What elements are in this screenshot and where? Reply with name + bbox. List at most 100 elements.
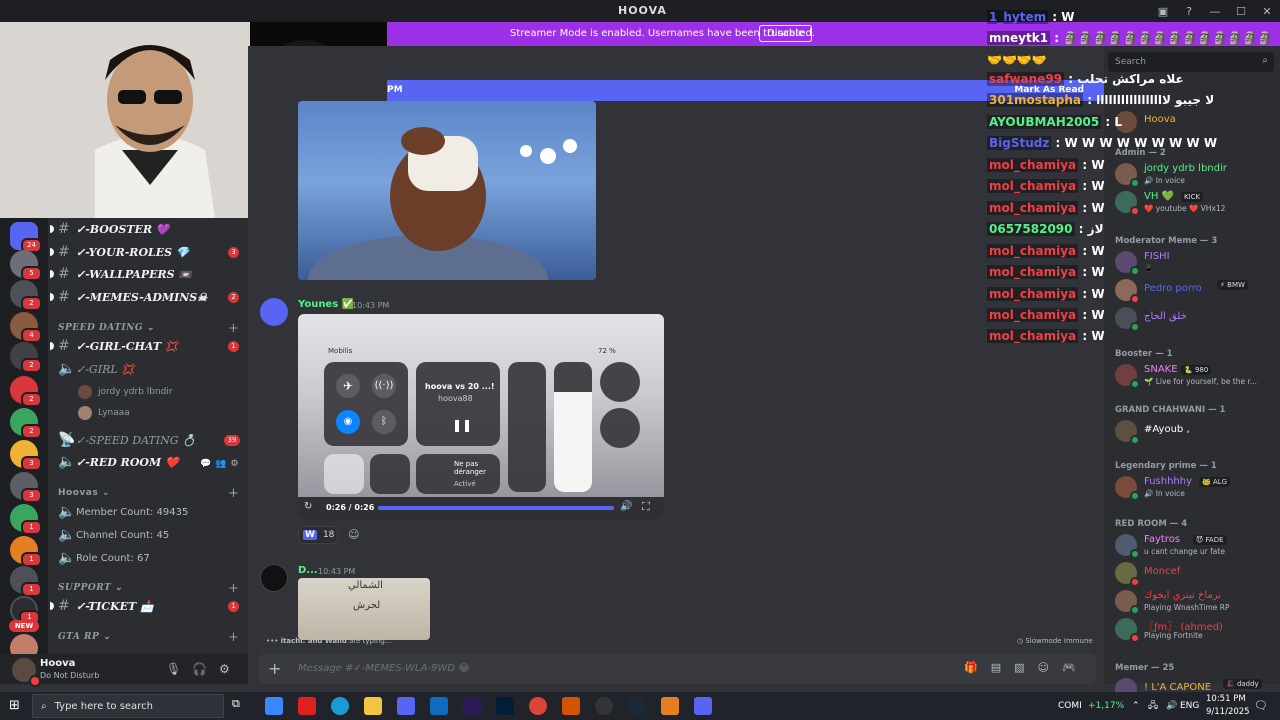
server-icon[interactable] (10, 634, 38, 654)
app-icon[interactable] (562, 697, 580, 715)
maximize-button[interactable]: ☐ (1228, 0, 1254, 22)
chat-icon[interactable]: 💬 (200, 459, 211, 469)
server-icon[interactable]: 1 (10, 504, 42, 535)
voice-member[interactable]: jordy ydrb lbndir (78, 383, 173, 401)
member-row[interactable]: jordy ydrb lbndir 🔊 In voice (1115, 162, 1275, 188)
disable-streamer-mode-button[interactable]: Disable (759, 25, 813, 42)
add-channel-icon[interactable]: + (228, 486, 239, 501)
chrome-icon[interactable] (529, 697, 547, 715)
server-icon[interactable]: 3 (10, 472, 42, 503)
video-attachment[interactable] (298, 101, 596, 280)
server-icon[interactable]: 2 (10, 408, 42, 439)
avatar[interactable] (260, 564, 288, 592)
network-icon[interactable]: 🖧 (1148, 692, 1158, 720)
gear-icon[interactable]: ⚙ (230, 459, 238, 469)
message-author[interactable]: Younes ✅ (298, 299, 354, 310)
video-progress-track[interactable] (378, 506, 614, 510)
settings-gear-icon[interactable]: ⚙ (219, 662, 230, 676)
image-attachment[interactable]: الشمالي لحرش (298, 578, 430, 640)
premiere-icon[interactable] (463, 697, 481, 715)
message-input-box[interactable]: + Message #✓-MEMES-WLA-9WD 😂 🎁 ▤ ▧ ☺ 🎮 (258, 654, 1096, 684)
language-indicator[interactable]: ENG (1180, 692, 1199, 720)
emoji-icon[interactable]: ☺ (1038, 661, 1049, 674)
gift-icon[interactable]: 🎁 (964, 661, 978, 674)
discord-icon[interactable] (397, 697, 415, 715)
server-icon[interactable]: 1 (10, 536, 42, 567)
member-row[interactable]: Moncef (1115, 561, 1275, 587)
message-author[interactable]: D... (298, 565, 318, 576)
member-row[interactable]: Fushhhhy 🐸 ALG 🔊 In voice (1115, 475, 1275, 501)
server-icon[interactable]: 5 (10, 250, 42, 281)
server-icon[interactable]: 3 (10, 440, 42, 471)
video-attachment[interactable]: Mobilis 72 % ✈ ((·)) ◉ ᛒ hoova vs 20 ...… (298, 314, 664, 519)
voice-member[interactable]: Lynaaa (78, 404, 130, 422)
add-channel-icon[interactable]: + (228, 581, 239, 596)
microphone-icon[interactable]: 🎙 (166, 662, 181, 676)
add-channel-icon[interactable]: + (228, 630, 239, 645)
member-row[interactable]: 〖ƒm〗 (ahmed) Playing Fortnite (1115, 617, 1275, 643)
volume-icon[interactable]: 🔊 (620, 501, 632, 512)
member-row[interactable]: SNAKE 🐍 980 🌱 Live for yourself, be the r.… (1115, 363, 1275, 389)
member-row[interactable]: #Ayoub , (1115, 419, 1275, 445)
stat-channel-count[interactable]: 🔈 Channel Count: 45 (58, 525, 169, 545)
adobe-icon[interactable] (298, 697, 316, 715)
add-reaction-icon[interactable]: ☺ (348, 528, 359, 541)
apps-icon[interactable]: 🎮 (1062, 661, 1076, 674)
discord-icon[interactable] (694, 697, 712, 715)
clock-time[interactable]: 10:51 PM (1206, 694, 1246, 704)
attach-plus-icon[interactable]: + (268, 659, 281, 678)
category-support[interactable]: SUPPORT ⌄ + (58, 581, 239, 596)
close-button[interactable]: ✕ (1254, 0, 1280, 22)
invite-icon[interactable]: 👥 (215, 459, 226, 469)
member-row[interactable]: Faytros 😈 FADE u cant change ur fate (1115, 533, 1275, 559)
server-icon[interactable]: 2 (10, 280, 42, 311)
search-input[interactable]: Search (1115, 57, 1146, 67)
taskbar-search[interactable]: ⌕ Type here to search (32, 694, 224, 718)
member-row[interactable]: خلق الحاج (1115, 306, 1275, 332)
channel-girl-chat[interactable]: # ✓-GIRL-CHAT 💢 1 (50, 336, 239, 356)
server-icon[interactable]: 2 (10, 342, 42, 373)
avatar[interactable] (260, 298, 288, 326)
notification-icon[interactable]: 🗨 (1254, 692, 1268, 720)
search-box[interactable]: Search ⌕ (1108, 52, 1274, 72)
edge-icon[interactable] (331, 697, 349, 715)
category-hoovas[interactable]: Hoovas ⌄ + (58, 486, 239, 501)
message-input-placeholder[interactable]: Message #✓-MEMES-WLA-9WD 😂 (298, 663, 470, 674)
add-channel-icon[interactable]: + (228, 321, 239, 336)
steam-icon[interactable] (628, 697, 646, 715)
member-row[interactable]: FISHI 📱 (1115, 250, 1275, 276)
obs-icon[interactable] (595, 697, 613, 715)
photoshop-icon[interactable] (496, 697, 514, 715)
category-speed-dating[interactable]: SPEED DATING ⌄ + (58, 321, 239, 336)
voice-channel-red-room[interactable]: 🔈 ✓-RED ROOM ❤️ (58, 452, 179, 472)
task-view-icon[interactable]: ⧉ (232, 697, 250, 715)
tray-chevron-icon[interactable]: ⌃ (1132, 692, 1140, 720)
channel-your-roles[interactable]: # ✓-YOUR-ROLES 💎 3 (50, 242, 239, 262)
member-row[interactable]: VH 💚 KICK ❤️ youtube ❤️ VHx12 (1115, 190, 1275, 216)
headphones-icon[interactable]: 🎧 (192, 662, 207, 676)
stock-name[interactable]: COMI (1058, 692, 1082, 720)
volume-tray-icon[interactable]: 🔊 (1166, 692, 1177, 720)
channel-ticket[interactable]: # ✓-TICKET 📩 1 (50, 596, 239, 616)
voice-channel-speed-dating[interactable]: 📡 ✓-SPEED DATING 💍 39 (58, 430, 240, 450)
reaction-pill[interactable]: W 18 (298, 526, 338, 544)
channel-booster[interactable]: # ✓-BOOSTER 💜 (50, 219, 170, 239)
windows-start-icon[interactable]: ⊞ (9, 698, 20, 713)
member-row[interactable]: Hoova (1115, 110, 1275, 136)
member-row[interactable]: Pedro porro ⚡ BMW (1115, 278, 1275, 304)
replay-icon[interactable]: ↻ (304, 501, 312, 512)
store-icon[interactable] (265, 697, 283, 715)
explorer-icon[interactable] (364, 697, 382, 715)
minimize-button[interactable]: — (1202, 0, 1228, 22)
channel-memes-admins[interactable]: # ✓-MEMES-ADMINS☠ 2 (50, 287, 239, 307)
server-icon[interactable]: 4 (10, 312, 42, 343)
member-row[interactable]: نرماخ تيتري ايخوك Playing WnashTime RP (1115, 589, 1275, 615)
app-icon[interactable] (661, 697, 679, 715)
server-icon[interactable]: 2 (10, 376, 42, 407)
sticker-icon[interactable]: ▧ (1014, 661, 1024, 674)
inbox-icon[interactable]: ▣ (1150, 0, 1176, 22)
server-icon[interactable]: 24 (10, 222, 42, 253)
server-icon[interactable]: 1 (10, 566, 42, 597)
outlook-icon[interactable] (430, 697, 448, 715)
channel-wallpapers[interactable]: # ✓-WALLPAPERS 📼 (50, 264, 192, 284)
